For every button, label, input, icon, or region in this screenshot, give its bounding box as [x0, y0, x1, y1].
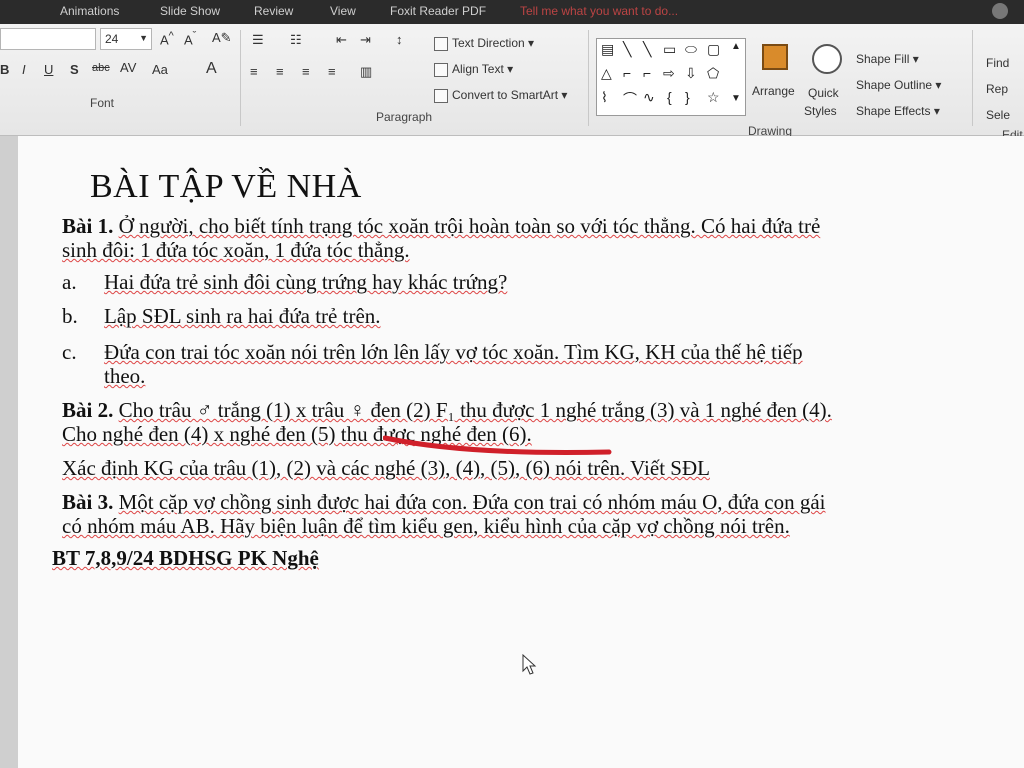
align-right-icon[interactable]: ≡	[302, 64, 310, 79]
char-spacing-button[interactable]: AV	[120, 60, 136, 75]
arc-shape-icon[interactable]: ⌒	[623, 89, 637, 109]
oval-shape-icon[interactable]: ⬭	[685, 41, 697, 58]
shapes-gallery[interactable]: ▤ ╲ ╲ ▭ ⬭ ▢ △ ⌐ ⌐ ⇨ ⇩ ⬠ ⌇ ⌒ ∿ { } ☆ ▲ ▼	[596, 38, 746, 116]
bai2-line-3[interactable]: Xác định KG của trâu (1), (2) và các ngh…	[62, 456, 710, 481]
bai3-line-1[interactable]: Bài 3. Một cặp vợ chồng sinh được hai đứ…	[62, 490, 826, 515]
line-shape-icon[interactable]: ╲	[643, 41, 651, 58]
find-button[interactable]: Find	[986, 56, 1009, 70]
shrink-font-icon[interactable]: Aˇ	[184, 30, 196, 47]
bai2-line-1[interactable]: Bài 2. Cho trâu ♂ trắng (1) x trâu ♀ đen…	[62, 398, 832, 423]
document-title[interactable]: BÀI TẬP VỀ NHÀ	[90, 168, 362, 206]
gallery-more-icon[interactable]: ▼	[731, 93, 741, 104]
shape-effects-button[interactable]: Shape Effects ▾	[856, 104, 940, 118]
replace-button[interactable]: Rep	[986, 82, 1008, 96]
text-direction-button[interactable]: Text Direction ▾	[434, 36, 534, 51]
item-c-line-1[interactable]: Đứa con trai tóc xoăn nói trên lớn lên l…	[104, 340, 803, 365]
shadow-button[interactable]: S	[70, 62, 79, 77]
align-text-button[interactable]: Align Text ▾	[434, 62, 513, 77]
italic-button[interactable]: I	[22, 62, 26, 77]
mouse-pointer-icon	[522, 654, 537, 675]
rounded-rect-shape-icon[interactable]: ▢	[707, 41, 720, 58]
freeform-shape-icon[interactable]: ⌇	[601, 89, 608, 106]
list-marker-a: a.	[62, 270, 77, 294]
slide-page[interactable]: BÀI TẬP VỀ NHÀ Bài 1. Ở người, cho biết …	[18, 136, 1024, 768]
decrease-indent-icon[interactable]: ⇤	[336, 32, 347, 48]
tab-foxit-reader[interactable]: Foxit Reader PDF	[390, 4, 486, 18]
align-text-icon	[434, 62, 448, 77]
brace-shape-icon[interactable]: {	[667, 89, 672, 105]
smartart-icon	[434, 88, 448, 103]
bold-button[interactable]: B	[0, 62, 9, 77]
title-bar: Animations Slide Show Review View Foxit …	[0, 0, 1024, 24]
curve-shape-icon[interactable]: ∿	[643, 89, 655, 106]
tab-view[interactable]: View	[330, 4, 356, 18]
bullets-icon[interactable]: ☰	[252, 32, 264, 48]
textbox-shape-icon[interactable]: ▤	[601, 41, 614, 58]
bai3-line-2[interactable]: có nhóm máu AB. Hãy biện luận để tìm kiể…	[62, 514, 790, 539]
line-spacing-icon[interactable]: ↕	[396, 32, 403, 47]
item-b[interactable]: Lập SĐL sinh ra hai đứa trẻ trên.	[104, 304, 381, 329]
list-marker-c: c.	[62, 340, 77, 364]
arrow-down-shape-icon[interactable]: ⇩	[685, 65, 697, 82]
quick-styles-label-2[interactable]: Styles	[804, 104, 837, 118]
grow-font-icon[interactable]: A^	[160, 30, 174, 47]
red-ink-underline	[383, 435, 612, 455]
bai1-line-1[interactable]: Bài 1. Ở người, cho biết tính trạng tóc …	[62, 214, 820, 239]
shape-outline-button[interactable]: Shape Outline ▾	[856, 78, 941, 92]
align-center-icon[interactable]: ≡	[276, 64, 284, 79]
item-c-line-2[interactable]: theo.	[104, 364, 145, 389]
ribbon-divider	[588, 30, 589, 126]
document-pane: BÀI TẬP VỀ NHÀ Bài 1. Ở người, cho biết …	[0, 136, 1024, 768]
convert-smartart-button[interactable]: Convert to SmartArt ▾	[434, 88, 567, 103]
list-marker-b: b.	[62, 304, 78, 328]
align-left-icon[interactable]: ≡	[250, 64, 258, 79]
tell-me-box[interactable]: Tell me what you want to do...	[520, 4, 678, 18]
justify-icon[interactable]: ≡	[328, 64, 336, 79]
arrange-button[interactable]: Arrange	[752, 84, 795, 98]
connector-shape-icon[interactable]: ⌐	[643, 65, 651, 81]
arrange-icon[interactable]	[762, 44, 788, 70]
quick-styles-label-1[interactable]: Quick	[808, 86, 839, 100]
rectangle-shape-icon[interactable]: ▭	[663, 41, 676, 58]
tab-slide-show[interactable]: Slide Show	[160, 4, 220, 18]
ribbon-divider	[240, 30, 241, 126]
arrow-right-shape-icon[interactable]: ⇨	[663, 65, 675, 82]
bai1-label: Bài 1.	[62, 214, 114, 238]
quick-styles-icon[interactable]	[812, 44, 842, 74]
gallery-scroll-up-icon[interactable]: ▲	[731, 41, 741, 52]
tab-review[interactable]: Review	[254, 4, 293, 18]
bai2-label: Bài 2.	[62, 398, 114, 422]
underline-button[interactable]: U	[44, 62, 53, 77]
font-size-value: 24	[105, 32, 119, 46]
line-shape-icon[interactable]: ╲	[623, 41, 631, 58]
tab-animations[interactable]: Animations	[60, 4, 119, 18]
bai1-line-2[interactable]: sinh đôi: 1 đứa tóc xoăn, 1 đứa tóc thẳn…	[62, 238, 410, 263]
ribbon: 24 ▼ A^ Aˇ A✎ B I U S abc AV Aa A Font ☰…	[0, 24, 1024, 142]
numbering-icon[interactable]: ☷	[290, 32, 302, 48]
text-direction-icon	[434, 36, 448, 51]
ribbon-divider	[972, 30, 973, 126]
pentagon-shape-icon[interactable]: ⬠	[707, 65, 719, 82]
strikethrough-button[interactable]: abc	[92, 62, 110, 74]
shape-fill-button[interactable]: Shape Fill ▾	[856, 52, 919, 66]
account-icon[interactable]	[992, 3, 1008, 19]
font-name-box[interactable]	[0, 28, 96, 50]
increase-indent-icon[interactable]: ⇥	[360, 32, 371, 48]
change-case-button[interactable]: Aa	[152, 62, 168, 77]
select-button[interactable]: Sele	[986, 108, 1010, 122]
bai3-label: Bài 3.	[62, 490, 114, 514]
brace-shape-icon[interactable]: }	[685, 89, 690, 105]
chevron-down-icon[interactable]: ▼	[139, 33, 148, 43]
triangle-shape-icon[interactable]: △	[601, 65, 612, 82]
star-shape-icon[interactable]: ☆	[707, 89, 720, 106]
font-color-button[interactable]: A	[206, 60, 217, 78]
clear-format-icon[interactable]: A✎	[212, 30, 232, 46]
columns-icon[interactable]: ▥	[360, 64, 372, 80]
font-group-label: Font	[90, 96, 115, 110]
font-size-box[interactable]: 24 ▼	[100, 28, 152, 50]
item-a[interactable]: Hai đứa trẻ sinh đôi cùng trứng hay khác…	[104, 270, 507, 295]
paragraph-group-label: Paragraph	[376, 110, 433, 124]
bt-reference-line[interactable]: BT 7,8,9/24 BDHSG PK Nghệ	[52, 546, 319, 571]
connector-shape-icon[interactable]: ⌐	[623, 65, 631, 81]
